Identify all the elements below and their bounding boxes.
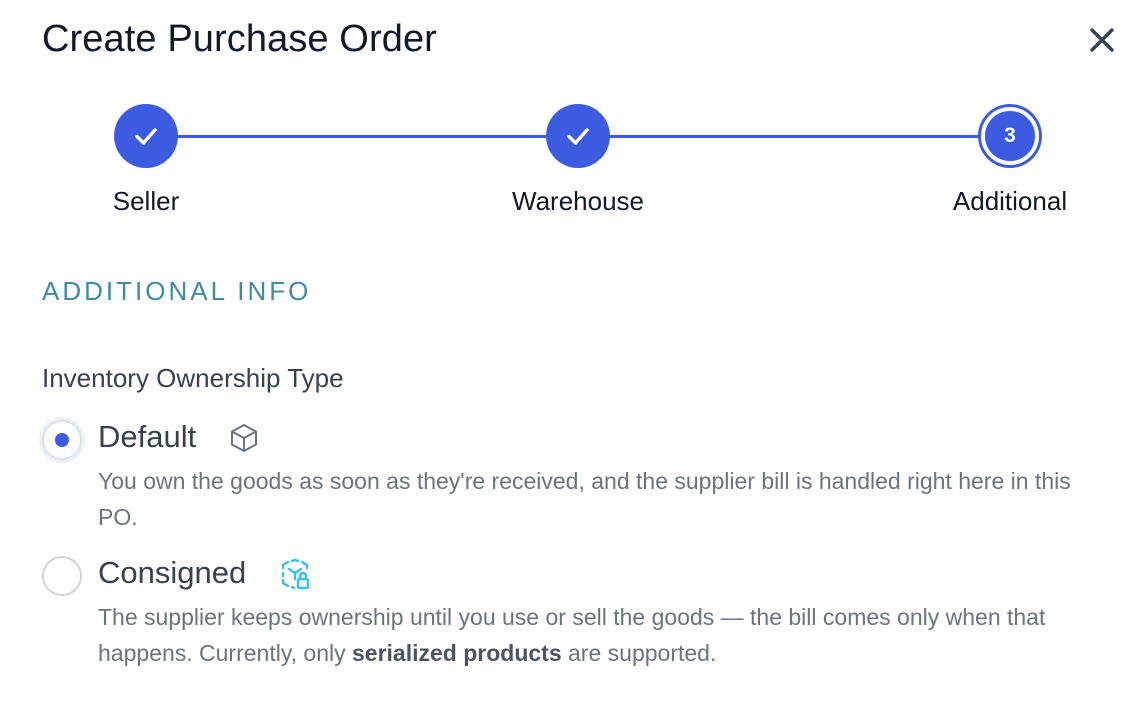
step-seller-label: Seller — [112, 186, 180, 216]
radio-selected-dot — [55, 433, 69, 447]
description-text-end: are supported. — [561, 640, 717, 666]
check-icon — [567, 128, 589, 145]
consigned-icon — [278, 557, 312, 591]
default-radio[interactable] — [42, 420, 82, 460]
create-purchase-order-dialog: Create Purchase Order Seller Warehouse 3… — [0, 0, 1128, 702]
section-heading: ADDITIONAL INFO — [42, 276, 312, 306]
step-connector — [146, 135, 578, 138]
option-default[interactable]: Default You own the goods as soon as the… — [42, 418, 1082, 538]
option-consigned-title: Consigned — [98, 555, 247, 590]
option-consigned[interactable]: Consigned The supplier keeps ownership u… — [42, 555, 1082, 675]
ownership-type-label: Inventory Ownership Type — [42, 363, 344, 393]
option-default-description: You own the goods as soon as they're rec… — [98, 468, 1071, 530]
step-warehouse-indicator[interactable] — [546, 104, 610, 168]
step-warehouse-label: Warehouse — [512, 186, 644, 216]
option-consigned-description: The supplier keeps ownership until you u… — [98, 599, 1078, 671]
check-icon — [135, 128, 157, 145]
consigned-radio[interactable] — [42, 556, 82, 596]
step-number: 3 — [1004, 124, 1016, 147]
box-icon — [227, 421, 261, 455]
step-additional-indicator[interactable]: 3 — [981, 107, 1039, 165]
stepper: Seller Warehouse 3 Additional — [0, 0, 1128, 230]
option-default-title: Default — [98, 419, 197, 454]
step-seller-indicator[interactable] — [114, 104, 178, 168]
step-connector — [578, 135, 1010, 138]
description-bold-text: serialized products — [352, 640, 562, 666]
step-additional-label: Additional — [952, 186, 1068, 216]
